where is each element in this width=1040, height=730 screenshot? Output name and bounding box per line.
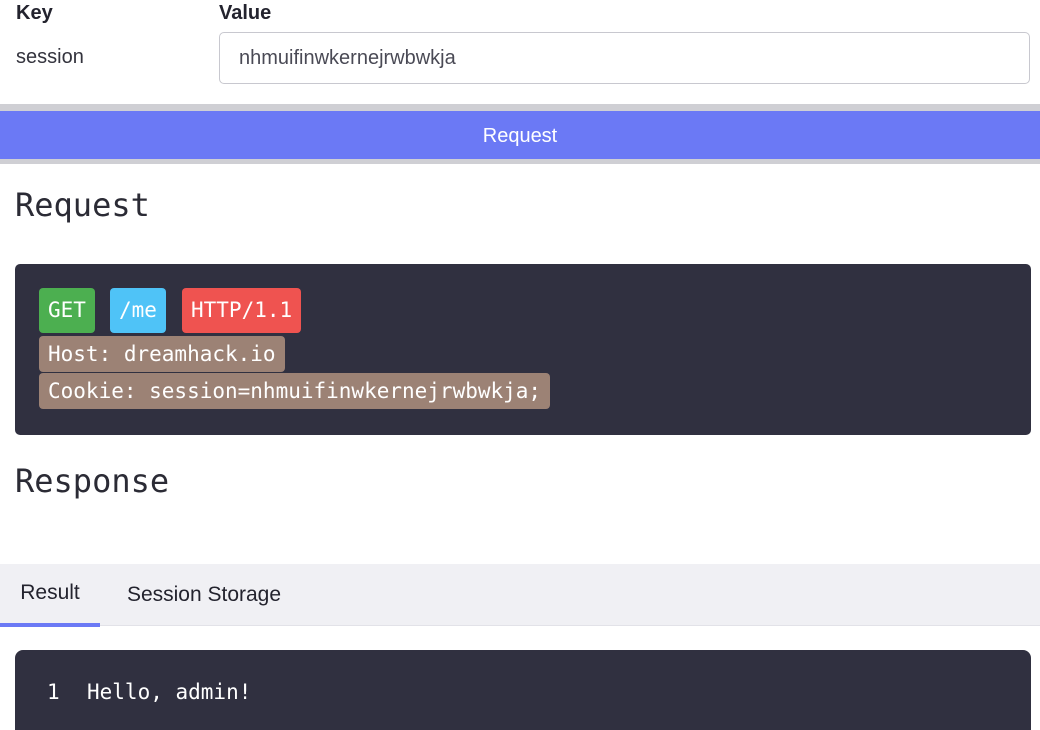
tab-session-storage[interactable]: Session Storage [112, 564, 296, 626]
result-line-number: 1 [47, 680, 60, 704]
cookie-value-input[interactable] [219, 32, 1030, 84]
request-button[interactable]: Request [0, 111, 1040, 159]
response-section-title: Response [15, 462, 170, 500]
cookie-key-label: session [16, 46, 84, 68]
result-code-panel: 1 Hello, admin! [15, 650, 1031, 730]
tab-result[interactable]: Result [0, 564, 100, 627]
cookie-header-line: Cookie: session=nhmuifinwkernejrwbwkja; [39, 373, 551, 409]
response-tabs: Result Session Storage [0, 564, 1040, 627]
http-protocol-token: HTTP/1.1 [182, 288, 302, 333]
request-section-title: Request [15, 186, 150, 224]
host-header-line: Host: dreamhack.io [39, 336, 285, 372]
request-code-panel: GET /me HTTP/1.1 Host: dreamhack.io Cook… [15, 264, 1031, 435]
http-path-token: /me [110, 288, 166, 333]
http-method-token: GET [39, 288, 95, 333]
kv-table-header: Key Value [0, 0, 1040, 28]
result-line-text: Hello, admin! [87, 680, 252, 704]
value-column-header: Value [219, 2, 272, 24]
key-column-header: Key [16, 2, 53, 24]
